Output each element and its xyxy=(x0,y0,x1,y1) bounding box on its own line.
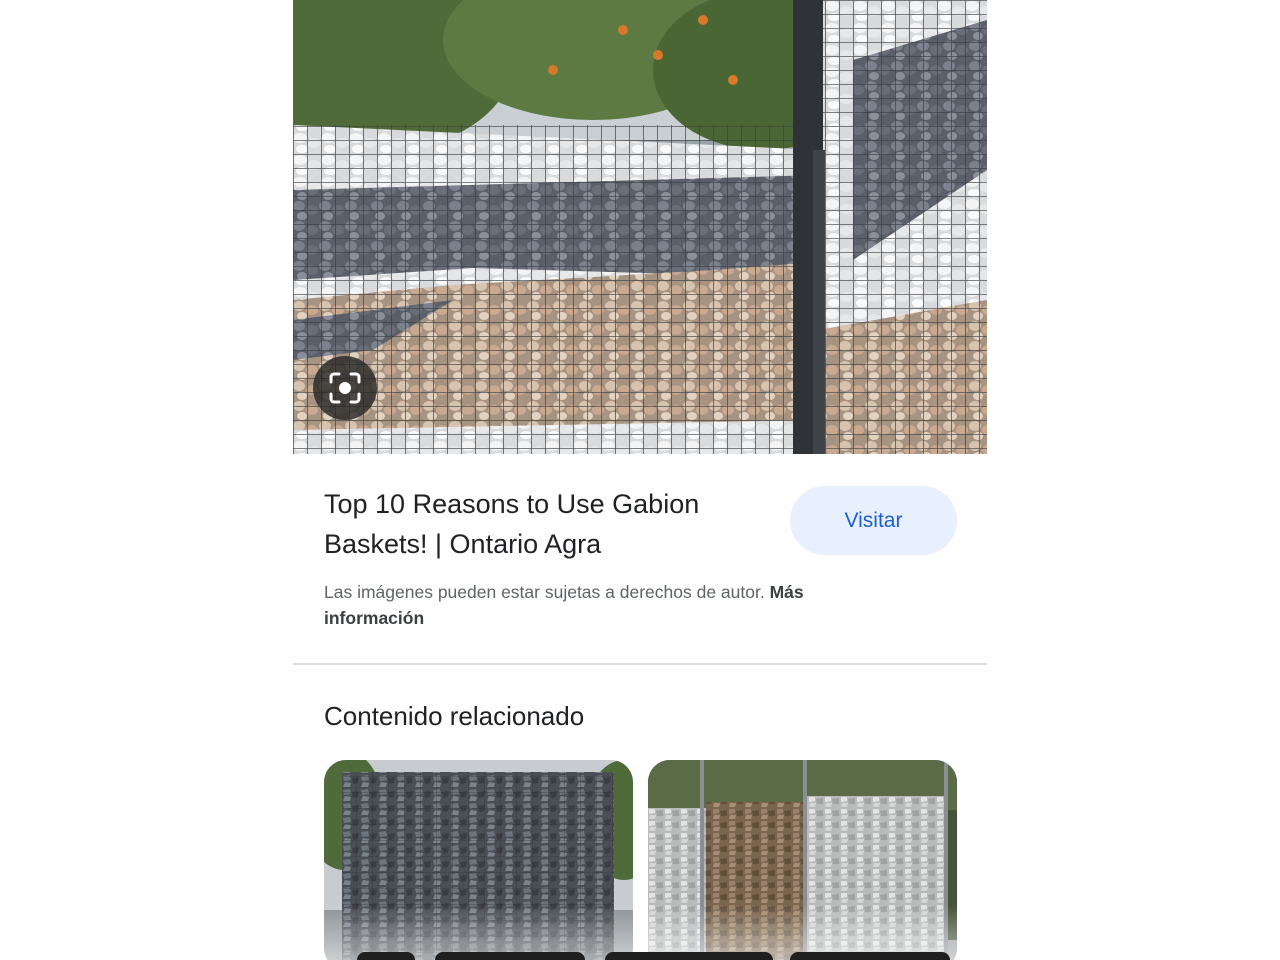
image-detail-panel: Top 10 Reasons to Use Gabion Baskets! | … xyxy=(293,0,987,960)
page: Top 10 Reasons to Use Gabion Baskets! | … xyxy=(0,0,1280,960)
copyright-notice: Las imágenes pueden estar sujetas a dere… xyxy=(324,579,884,631)
visit-button[interactable]: Visitar xyxy=(790,486,957,555)
lens-search-icon xyxy=(328,371,362,405)
result-chip[interactable] xyxy=(357,952,415,960)
result-chip[interactable] xyxy=(790,952,950,960)
lens-search-button[interactable] xyxy=(313,356,377,420)
result-chip[interactable] xyxy=(435,952,585,960)
result-image[interactable] xyxy=(293,0,987,454)
related-thumbnail[interactable] xyxy=(324,760,633,960)
copyright-text: Las imágenes pueden estar sujetas a dere… xyxy=(324,582,765,602)
section-divider xyxy=(293,663,987,665)
related-content-heading: Contenido relacionado xyxy=(324,701,585,731)
result-title[interactable]: Top 10 Reasons to Use Gabion Baskets! | … xyxy=(324,484,764,564)
related-thumbnail[interactable] xyxy=(648,760,957,960)
result-chip[interactable] xyxy=(605,952,773,960)
